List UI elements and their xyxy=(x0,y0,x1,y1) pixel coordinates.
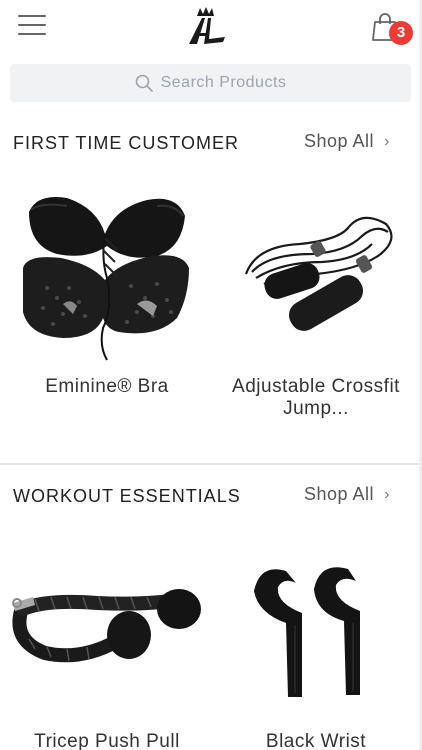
hamburger-menu-icon[interactable] xyxy=(18,13,48,37)
section-title-workout-essentials: WORKOUT ESSENTIALS xyxy=(13,486,241,506)
product-name: Tricep Push Pull xyxy=(34,731,180,750)
chevron-right-icon: › xyxy=(384,132,390,150)
search-icon xyxy=(135,74,153,92)
shop-all-label: Shop All xyxy=(304,484,375,504)
product-name: Black Wrist xyxy=(265,731,367,750)
product-card-wrist-straps[interactable]: Black Wrist xyxy=(216,543,416,750)
product-card-jump-rope[interactable]: Adjustable Crossfit Jump... xyxy=(216,188,416,428)
search-input[interactable]: Search Products xyxy=(10,64,411,102)
section-title-first-time-customer: FIRST TIME CUSTOMER xyxy=(13,133,240,153)
section-divider xyxy=(0,463,422,465)
tricep-rope-product-image xyxy=(7,543,207,733)
jump-rope-product-image xyxy=(216,188,416,378)
cart-button[interactable]: 3 xyxy=(372,12,414,48)
product-card-bra[interactable]: Eminine® Bra xyxy=(7,188,207,428)
product-card-tricep-rope[interactable]: Tricep Push Pull xyxy=(7,543,207,750)
crown-logo-icon[interactable] xyxy=(185,6,231,46)
wrist-straps-product-image xyxy=(216,543,416,733)
search-placeholder: Search Products xyxy=(160,74,287,91)
cart-count-badge: 3 xyxy=(389,21,413,45)
chevron-right-icon: › xyxy=(384,485,390,503)
product-name: Adjustable Crossfit Jump... xyxy=(232,376,400,419)
shop-all-label: Shop All xyxy=(304,131,375,151)
shop-all-link-workout[interactable]: Shop All › xyxy=(304,484,390,505)
shop-all-link-first-time[interactable]: Shop All › xyxy=(304,131,390,152)
bra-product-image xyxy=(7,188,207,378)
product-name: Eminine® Bra xyxy=(45,376,169,397)
app-header: 3 xyxy=(0,0,422,54)
